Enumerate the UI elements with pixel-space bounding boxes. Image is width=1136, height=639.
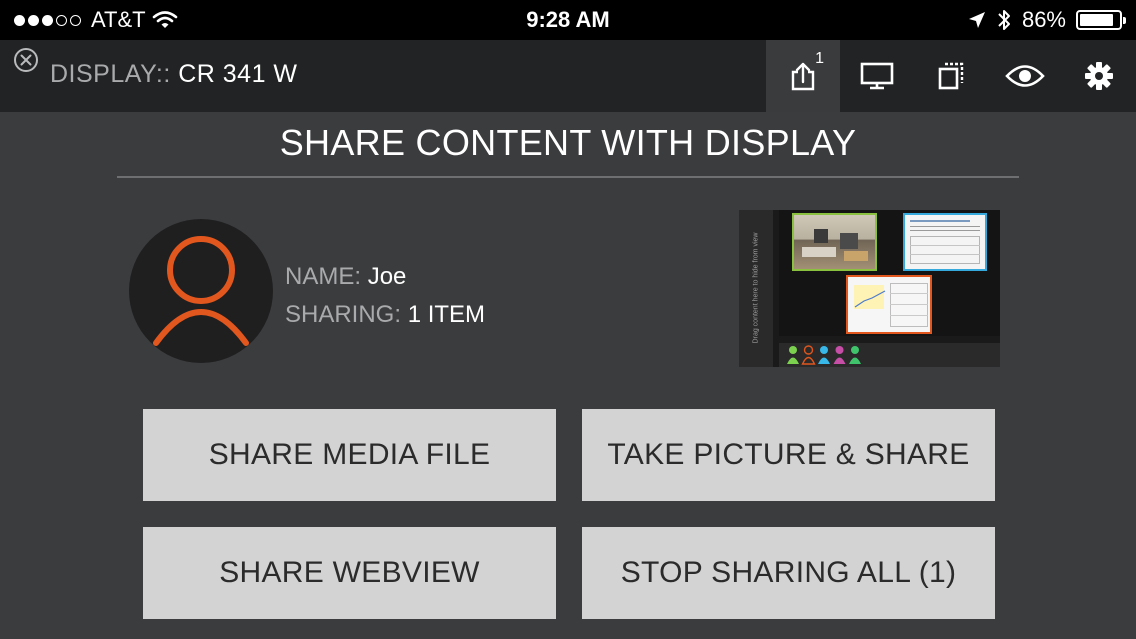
nav-toolbar: 1 (766, 40, 1136, 112)
share-count-badge: 1 (815, 50, 824, 67)
participant-icon (787, 346, 799, 364)
monitor-icon (860, 62, 894, 90)
user-name-row: NAME: Joe (285, 258, 485, 296)
display-button[interactable] (840, 40, 914, 112)
take-picture-share-button[interactable]: TAKE PICTURE & SHARE (582, 409, 995, 501)
display-name: CR 341 W (178, 60, 298, 88)
name-label: NAME: (285, 263, 362, 290)
share-webview-button[interactable]: SHARE WEBVIEW (143, 527, 556, 619)
user-sharing-row: SHARING: 1 ITEM (285, 296, 485, 334)
participant-icon (833, 346, 846, 364)
sharing-value: 1 ITEM (407, 301, 486, 328)
battery-icon (1076, 10, 1126, 30)
share-button[interactable]: 1 (766, 40, 840, 112)
preview-thumb-document[interactable] (903, 213, 987, 271)
status-right: 86% (968, 0, 1126, 40)
preview-thumb-spreadsheet[interactable] (846, 275, 932, 334)
settings-button[interactable] (1062, 40, 1136, 112)
display-title: DISPLAY:: CR 341 W (50, 60, 298, 89)
name-value: Joe (367, 263, 407, 290)
close-icon[interactable] (13, 47, 39, 73)
participants-bar (779, 343, 1000, 367)
wifi-icon (152, 11, 177, 28)
display-label: DISPLAY:: (50, 60, 171, 88)
participants-icons (787, 345, 861, 365)
stop-sharing-all-button[interactable]: STOP SHARING ALL (1) (582, 527, 995, 619)
battery-level (1080, 14, 1113, 26)
status-left: AT&T (14, 0, 178, 40)
share-media-file-button[interactable]: SHARE MEDIA FILE (143, 409, 556, 501)
status-bar: AT&T 9:28 AM 86% (0, 0, 1136, 40)
signal-strength-icon (14, 14, 81, 26)
share-icon (791, 62, 815, 91)
eye-icon (1005, 65, 1045, 87)
view-button[interactable] (988, 40, 1062, 112)
avatar (129, 219, 273, 363)
bluetooth-icon (998, 10, 1010, 30)
layers-icon (938, 62, 964, 90)
gear-icon (1085, 62, 1113, 90)
user-info: NAME: Joe SHARING: 1 ITEM (285, 258, 485, 334)
hide-drop-zone-label: Drag content here to hide from view (752, 232, 760, 344)
preview-canvas[interactable] (779, 210, 1000, 336)
participant-icon (818, 346, 830, 364)
display-preview[interactable]: Drag content here to hide from view (739, 210, 1000, 367)
sharing-label: SHARING: (285, 301, 402, 328)
participant-icon (801, 345, 816, 365)
hide-drop-zone[interactable]: Drag content here to hide from view (739, 210, 773, 367)
layout-button[interactable] (914, 40, 988, 112)
location-arrow-icon (968, 12, 985, 28)
carrier-label: AT&T (91, 7, 146, 32)
preview-thumb-photo[interactable] (792, 213, 877, 271)
user-icon (153, 236, 249, 346)
battery-percent: 86% (1021, 7, 1066, 32)
participant-icon (849, 346, 861, 364)
page-title: SHARE CONTENT WITH DISPLAY (279, 122, 857, 163)
heading-divider (117, 176, 1019, 178)
